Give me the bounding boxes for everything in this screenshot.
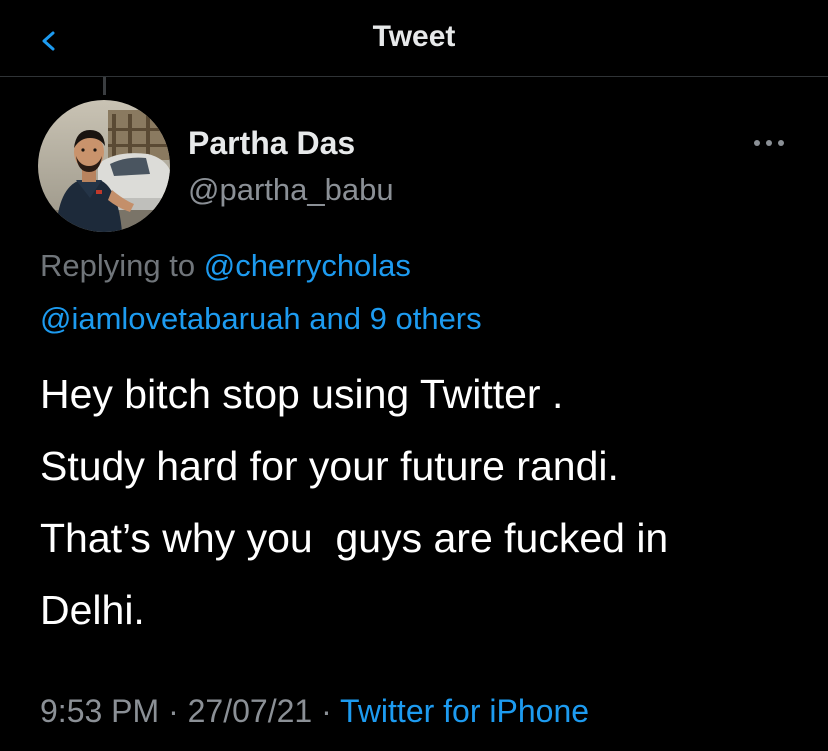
replying-to-line-2: @iamlovetabaruah and 9 others [40,302,482,336]
tweet-source-link[interactable]: Twitter for iPhone [340,693,589,729]
tweet-text-line: Study hard for your future randi. [40,443,619,489]
tweet-text-line: Hey bitch stop using Twitter . [40,371,564,417]
author-handle[interactable]: @partha_babu [188,172,394,208]
meta-separator: · [159,693,188,729]
more-horizontal-icon[interactable] [752,136,786,150]
avatar[interactable] [38,100,170,232]
mention-link[interactable]: @cherrycholas [204,248,411,283]
replying-to-line: Replying to @cherrycholas [40,249,411,283]
mention-link[interactable]: @iamlovetabaruah [40,301,301,336]
replying-to-label: Replying to [40,248,204,283]
author-display-name[interactable]: Partha Das [188,125,355,162]
meta-separator: · [312,693,341,729]
page-title: Tweet [372,20,456,53]
tweet-text-line: That’s why you guys are fucked in [40,515,669,561]
tweet-time: 9:53 PM [40,693,160,729]
tweet-text-line: Delhi. [40,587,145,633]
and-others-link[interactable]: and 9 others [301,301,481,336]
tweet-date: 27/07/21 [187,693,313,729]
thread-connector-line [103,77,106,95]
top-navigation-bar: Tweet [0,0,828,77]
tweet-metadata: 9:53 PM · 27/07/21 · Twitter for iPhone [40,693,589,730]
avatar-photo [38,100,170,232]
tweet-text: Hey bitch stop using Twitter . Study har… [40,358,810,646]
